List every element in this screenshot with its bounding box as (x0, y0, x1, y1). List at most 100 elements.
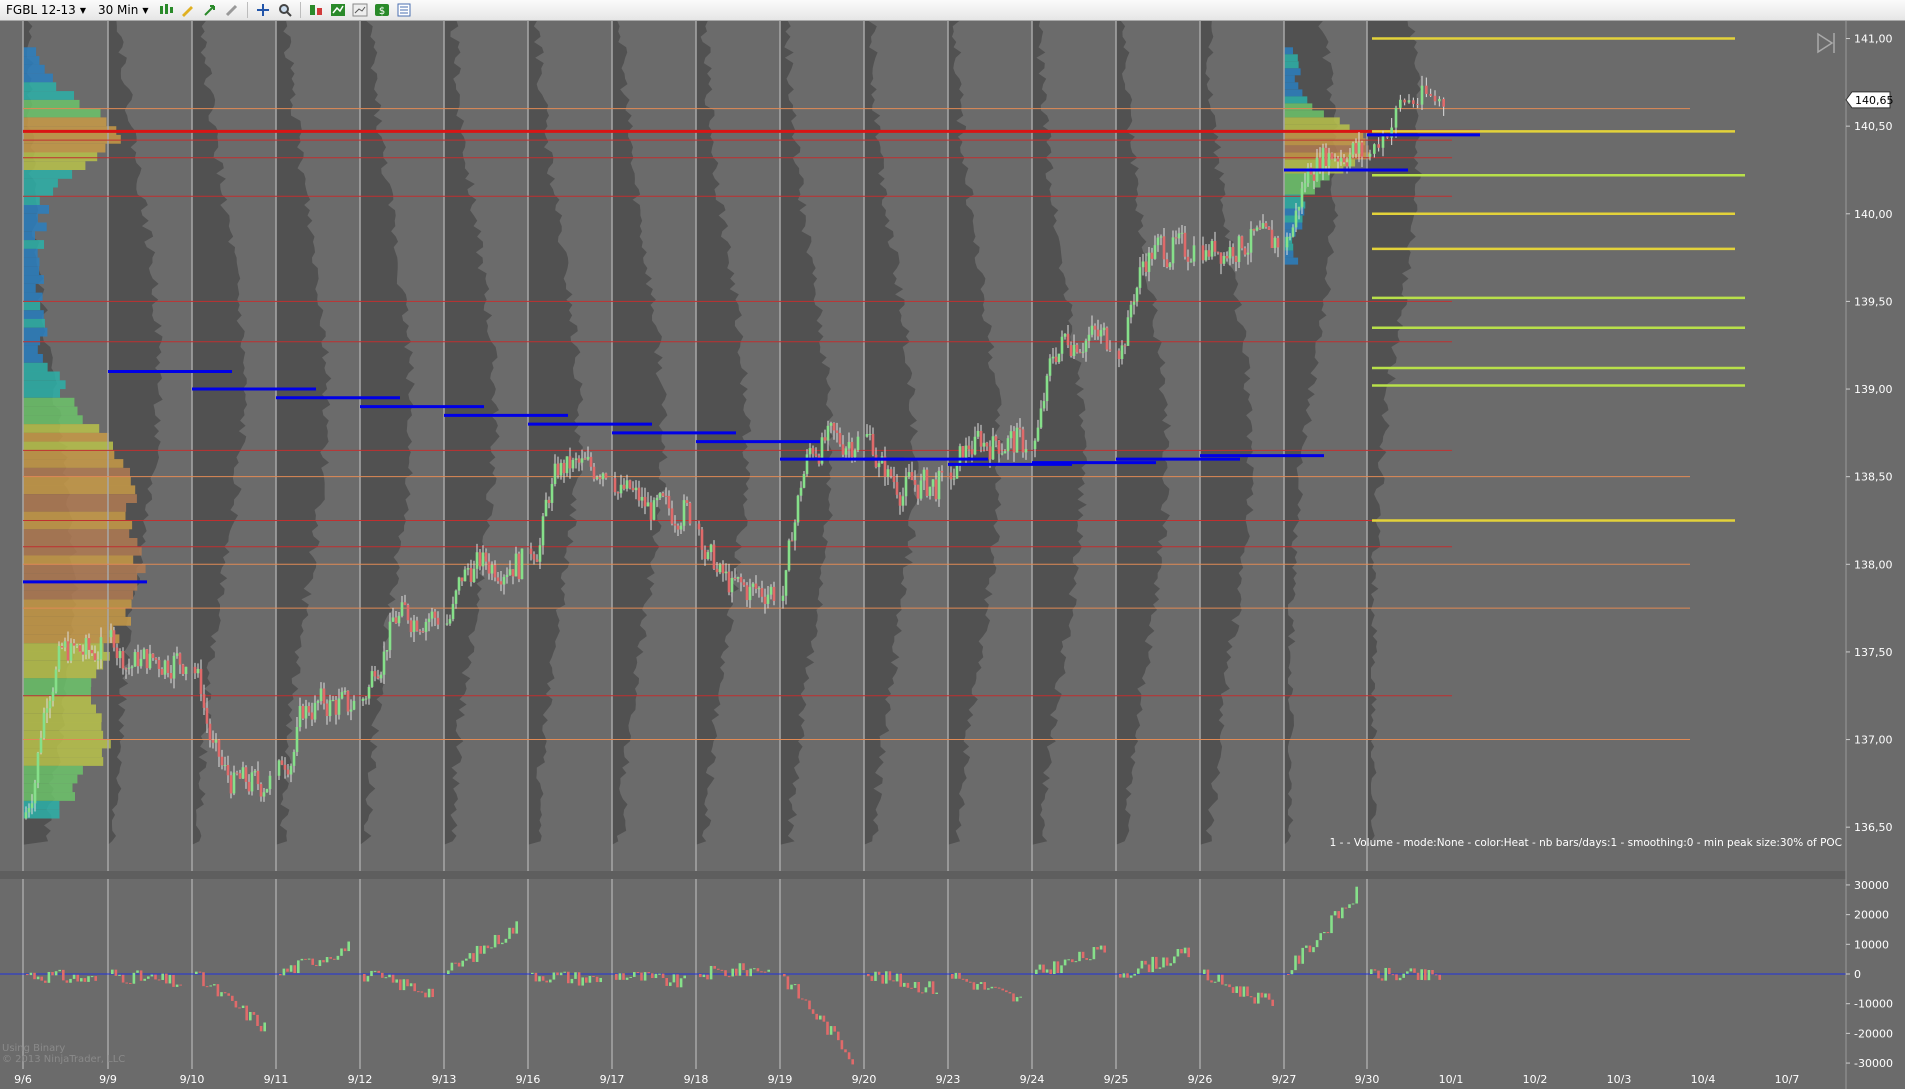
candle-down (1021, 429, 1025, 453)
candle-down (772, 586, 776, 601)
date-tick-label: 10/1 (1439, 1073, 1464, 1086)
price-tick-label: 138,50 (1854, 471, 1893, 484)
strategies-button[interactable] (351, 2, 369, 18)
date-tick-label: 9/9 (99, 1073, 117, 1086)
heat-profile-bar (23, 564, 146, 574)
draw-tool-button[interactable] (179, 2, 197, 18)
delta-down (83, 978, 87, 982)
delta-up (570, 978, 574, 984)
delta-up (976, 983, 979, 990)
candle-down (469, 568, 473, 582)
candle-up (400, 602, 404, 616)
candle-up (1407, 100, 1411, 103)
candle-up (1210, 240, 1214, 257)
delta-down (165, 973, 168, 984)
delta-down (763, 971, 767, 973)
delta-down (363, 974, 366, 982)
delta-up (731, 968, 734, 977)
delta-down (76, 974, 79, 982)
candle-up (313, 702, 317, 720)
delta-up (409, 983, 413, 987)
heat-profile-bar (23, 292, 43, 302)
candle-down (1216, 251, 1220, 253)
candle-up (457, 577, 461, 591)
instrument-selector[interactable]: FGBL 12-13 ▼ (0, 1, 92, 19)
candle-up (1177, 233, 1181, 239)
delta-up (1406, 971, 1409, 974)
candle-down (532, 554, 536, 560)
candle-down (763, 596, 767, 604)
zoom-button[interactable] (276, 2, 294, 18)
delta-down (699, 974, 702, 978)
delta-down (377, 970, 380, 973)
candle-down (988, 446, 992, 460)
delta-down (1119, 974, 1122, 978)
candle-down (166, 660, 170, 673)
candle-down (280, 760, 284, 765)
properties-button[interactable] (395, 2, 413, 18)
candle-up (298, 706, 302, 727)
delta-up (1330, 915, 1333, 934)
delta-down (406, 979, 409, 987)
candle-up (646, 502, 650, 507)
candle-up (508, 569, 512, 575)
date-tick-label: 10/4 (1691, 1073, 1716, 1086)
delta-up (679, 978, 683, 988)
candle-up (463, 569, 467, 582)
candle-down (589, 456, 593, 467)
last-price-label: 140,65 (1855, 94, 1894, 107)
candle-up (379, 674, 383, 679)
candle-up (634, 487, 638, 491)
candle-up (640, 496, 644, 501)
delta-down (958, 972, 961, 979)
candle-down (160, 668, 164, 675)
crosshair-button[interactable] (254, 2, 272, 18)
data-series-button[interactable] (307, 2, 325, 18)
pointer-tool-button[interactable] (201, 2, 219, 18)
heat-profile-bar (23, 187, 54, 197)
volume-profile (1032, 21, 1088, 845)
candle-down (754, 583, 758, 589)
candle-down (1336, 158, 1340, 162)
interval-selector[interactable]: 30 Min ▼ (92, 1, 155, 19)
eraser-button[interactable] (223, 2, 241, 18)
candle-down (1403, 99, 1406, 103)
candle-up (1168, 263, 1172, 268)
candle-up (784, 570, 788, 596)
order-entry-button[interactable]: $ (373, 2, 391, 18)
delta-up (175, 984, 179, 987)
chart-canvas[interactable]: 141,00 140,50 140,00 139,50 139,00 138,50 138,… (0, 21, 1905, 1089)
scroll-to-end-button[interactable] (1815, 31, 1839, 54)
candle-up (1438, 99, 1441, 102)
candle-down (823, 437, 827, 441)
delta-down (797, 984, 800, 999)
candle-up (1045, 375, 1049, 402)
candle-down (1252, 229, 1256, 231)
candle-up (1297, 206, 1301, 211)
delta-up (450, 962, 454, 971)
candle-down (967, 445, 971, 450)
candle-up (829, 423, 833, 426)
heat-profile-bar (23, 178, 58, 188)
candle-down (157, 659, 161, 669)
delta-down (311, 958, 314, 965)
delta-up (220, 992, 223, 997)
candle-up (370, 671, 374, 687)
candle-down (1105, 327, 1109, 350)
heat-profile-bar (23, 91, 74, 100)
candle-down (178, 653, 182, 665)
delta-down (822, 1015, 826, 1022)
candle-down (60, 646, 64, 648)
delta-down (622, 973, 625, 980)
candle-down (1324, 147, 1328, 167)
candle-up (367, 686, 371, 699)
candle-up (30, 803, 34, 809)
candle-up (1381, 136, 1385, 148)
heat-profile-bar (23, 222, 47, 232)
delta-down (202, 972, 205, 987)
delta-up (819, 1015, 822, 1020)
delta-up (282, 968, 286, 976)
chart-style-button[interactable] (157, 2, 175, 18)
candle-down (376, 676, 380, 679)
indicators-button[interactable] (329, 2, 347, 18)
